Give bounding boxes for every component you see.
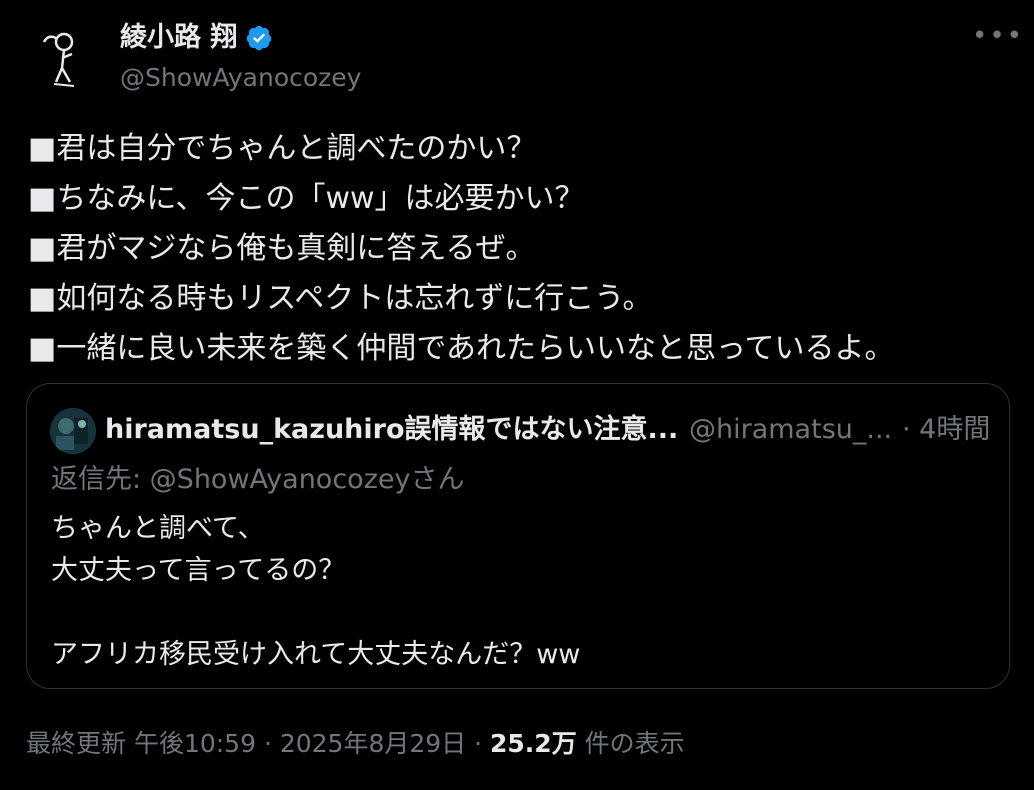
reply-to-label: 返信先: @ShowAyanocozeyさん <box>51 464 465 495</box>
quoted-tweet-time[interactable]: · 4時間 <box>902 412 990 448</box>
verified-badge-icon <box>247 25 272 51</box>
views-label: 件の表示 <box>576 729 685 758</box>
tweet-meta: 最終更新 午後10:59 · 2025年8月29日 · 25.2万 件の表示 <box>26 726 685 762</box>
quoted-author-avatar[interactable] <box>50 408 96 454</box>
quoted-tweet-text: ちゃんと調べて、 大丈夫って言ってるの？ アフリカ移民受け入れて大丈夫なんだ？w… <box>51 513 581 670</box>
tweet-line: ■如何なる時もリスペクトは忘れずに行こう。 <box>28 281 653 316</box>
tweet-line: ■君がマジなら俺も真剣に答えるぜ。 <box>28 231 536 266</box>
views-count[interactable]: 25.2万 <box>490 729 577 758</box>
author-handle[interactable]: @ShowAyanocozey <box>120 61 361 95</box>
quoted-tweet[interactable]: hiramatsu_kazuhiro誤情報ではない注意... @hiramats… <box>26 383 1010 689</box>
photo-avatar-icon <box>50 408 96 454</box>
author-avatar[interactable] <box>26 20 102 96</box>
author-name-text: 綾小路 翔 <box>120 22 238 53</box>
doodle-figure-icon <box>26 20 102 96</box>
timestamp-text[interactable]: 最終更新 午後10:59 · 2025年8月29日 · <box>26 729 490 758</box>
more-options-icon[interactable]: ••• <box>972 23 1022 49</box>
tweet-header: 綾小路 翔 @ShowAyanocozey ••• <box>0 0 1034 110</box>
tweet-line: ■一緒に良い未来を築く仲間であれたらいいなと思っているよ。 <box>28 331 895 366</box>
quoted-author-handle[interactable]: @hiramatsu_... <box>689 412 892 448</box>
tweet-line: ■君は自分でちゃんと調べたのかい？ <box>28 131 537 166</box>
tweet-line: ■ちなみに、今この「ww」は必要かい？ <box>28 181 585 216</box>
tweet-text: ■君は自分でちゃんと調べたのかい？ ■ちなみに、今この「ww」は必要かい？ ■君… <box>28 124 1018 374</box>
quoted-author-name[interactable]: hiramatsu_kazuhiro誤情報ではない注意... <box>105 412 678 448</box>
author-display-name[interactable]: 綾小路 翔 <box>120 20 273 56</box>
